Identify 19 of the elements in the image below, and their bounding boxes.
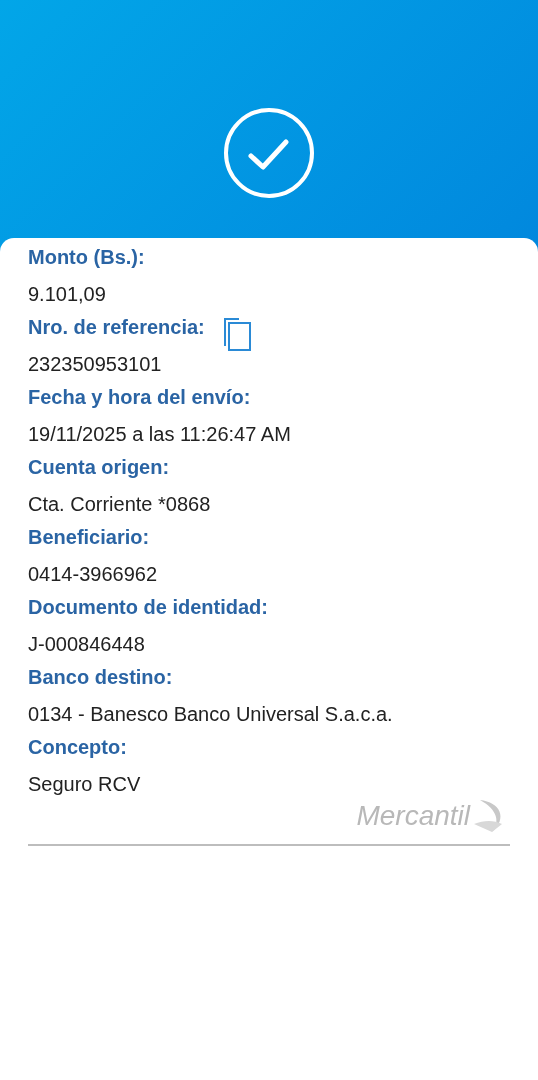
field-value: Cta. Corriente *0868 <box>28 492 212 517</box>
field-label: Concepto: <box>28 735 127 760</box>
field-label: Documento de identidad: <box>28 595 268 620</box>
field-label: Cuenta origen: <box>28 455 170 480</box>
field-label: Banco destino: <box>28 665 173 690</box>
field-label: Monto (Bs.): <box>28 245 145 270</box>
field-value: J-000846448 <box>28 632 146 657</box>
field-value: 0414-3966962 <box>28 562 158 587</box>
field-label: Nro. de referencia: <box>28 315 205 340</box>
copy-icon[interactable] <box>222 316 253 352</box>
field-label: Fecha y hora del envío: <box>28 385 251 410</box>
field-value: 19/11/2025 a las 11:26:47 AM <box>28 422 292 447</box>
field-value: 232350953101 <box>28 352 163 377</box>
bank-logo: Mercantil <box>356 796 510 836</box>
field-value: 0134 - Banesco Banco Universal S.a.c.a. <box>28 702 394 727</box>
check-circle-icon <box>223 107 315 199</box>
field-label: Beneficiario: <box>28 525 150 550</box>
field-value: 9.101,09 <box>28 282 107 307</box>
field-value: Seguro RCV <box>28 772 142 797</box>
